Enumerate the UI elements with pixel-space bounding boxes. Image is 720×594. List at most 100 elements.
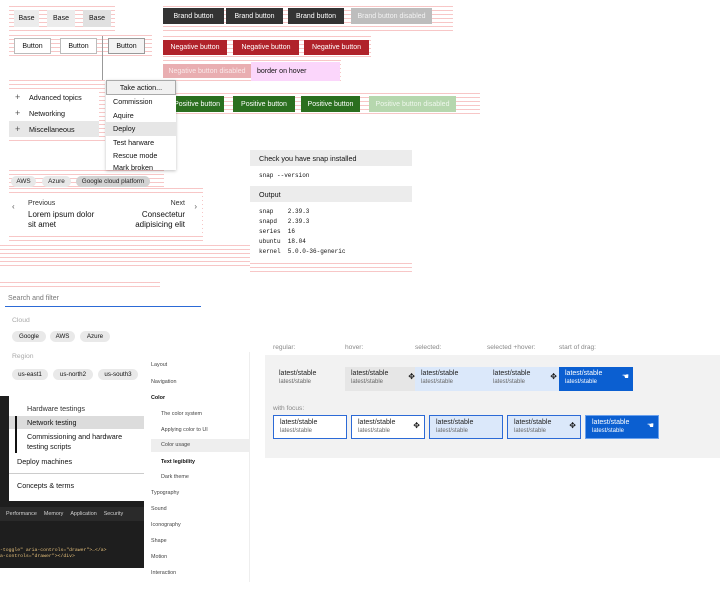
filter-azure[interactable]: Azure bbox=[80, 331, 110, 342]
menu-item-rescue-mode[interactable]: Rescue mode bbox=[106, 149, 176, 163]
tab-card-regular[interactable]: latest/stable latest/stable bbox=[273, 367, 347, 391]
code-line: a-controls="drawer"></div> bbox=[0, 554, 75, 559]
negative-button-disabled: Negative button disabled bbox=[163, 64, 251, 78]
menu-item-mark-broken[interactable]: Mark broken bbox=[106, 163, 176, 170]
menu-item-commission[interactable]: Commission bbox=[106, 95, 176, 109]
outline-button-2[interactable]: Button bbox=[60, 38, 97, 54]
drag-cursor-icon: ✥ bbox=[413, 421, 420, 430]
chip-gcp[interactable]: Google cloud platform bbox=[76, 176, 150, 187]
outline-button-1[interactable]: Button bbox=[14, 38, 51, 54]
side-nav-item-misc[interactable]: + Miscellaneous bbox=[9, 121, 99, 137]
state-label-hover: hover: bbox=[345, 344, 364, 351]
side-nav-item-advanced[interactable]: + Advanced topics bbox=[9, 89, 99, 105]
side-nav-label: Miscellaneous bbox=[29, 124, 75, 134]
positive-button-2[interactable]: Positive button bbox=[233, 96, 295, 112]
card-subtitle: latest/stable bbox=[351, 379, 384, 385]
negative-button-1[interactable]: Negative button bbox=[163, 40, 227, 55]
negative-button-2[interactable]: Negative button bbox=[233, 40, 299, 55]
topic-item-layout[interactable]: Layout bbox=[151, 362, 167, 368]
docs-nav-item[interactable]: Concepts & terms bbox=[9, 478, 144, 492]
topic-item-iconography[interactable]: Iconography bbox=[151, 522, 181, 528]
topic-item-color[interactable]: Color bbox=[151, 395, 165, 401]
hover-tooltip: border on hover bbox=[251, 62, 340, 81]
card-title: latest/stable bbox=[421, 370, 459, 377]
action-menu: Take action... Commission Aquire Deploy … bbox=[106, 80, 176, 170]
card-subtitle: latest/stable bbox=[279, 379, 312, 385]
topic-item-typography[interactable]: Typography bbox=[151, 490, 179, 496]
brand-button-1[interactable]: Brand button bbox=[163, 8, 224, 24]
side-nav-label: Advanced topics bbox=[29, 92, 82, 102]
group-label-cloud: Cloud bbox=[12, 317, 30, 324]
docs-nav-item[interactable]: Commissioning and hardware testing scrip… bbox=[9, 431, 144, 453]
topic-item-applying-color[interactable]: Applying color to UI bbox=[161, 427, 208, 433]
topic-item-navigation[interactable]: Navigation bbox=[151, 379, 176, 385]
state-label-selected: selected: bbox=[415, 344, 442, 351]
devtools-tab-security[interactable]: Security bbox=[104, 511, 123, 517]
search-input[interactable]: Search and filter bbox=[5, 290, 201, 307]
brand-button-2[interactable]: Brand button bbox=[226, 8, 283, 24]
outline-button-3[interactable]: Button bbox=[108, 38, 145, 54]
card-title: latest/stable bbox=[565, 370, 603, 377]
tab-card-focus-drag[interactable]: latest/stable latest/stable ☚ bbox=[585, 415, 659, 439]
base-button-2[interactable]: Base bbox=[47, 10, 75, 27]
positive-button-3[interactable]: Positive button bbox=[301, 96, 360, 112]
devtools-tab-performance[interactable]: Performance bbox=[6, 511, 37, 517]
docs-nav-label: Network testing bbox=[27, 418, 77, 427]
topic-item-interaction[interactable]: Interaction bbox=[151, 570, 176, 576]
docs-nav-label: Concepts & terms bbox=[17, 480, 75, 490]
tab-card-focus-selected[interactable]: latest/stable latest/stable bbox=[429, 415, 503, 439]
topic-item-shape[interactable]: Shape bbox=[151, 538, 167, 544]
base-button-3[interactable]: Base bbox=[83, 10, 111, 27]
card-subtitle: latest/stable bbox=[436, 428, 469, 434]
menu-item-test-hardware[interactable]: Test harware bbox=[106, 136, 176, 150]
negative-button-3[interactable]: Negative button bbox=[304, 40, 369, 55]
tab-card-selected-hover[interactable]: latest/stable latest/stable ✥ bbox=[487, 367, 561, 391]
docs-nav-item-active[interactable]: Network testing bbox=[9, 416, 144, 429]
menu-item-aquire[interactable]: Aquire bbox=[106, 109, 176, 123]
snap-header: Check you have snap installed bbox=[250, 150, 412, 166]
prev-title: Lorem ipsum dolor sit amet bbox=[28, 210, 95, 229]
filter-aws[interactable]: AWS bbox=[50, 331, 75, 342]
filter-us-north2[interactable]: us-north2 bbox=[53, 369, 93, 380]
group-label-region: Region bbox=[12, 353, 34, 360]
tab-card-selected[interactable]: latest/stable latest/stable bbox=[415, 367, 489, 391]
drag-cursor-icon: ✥ bbox=[569, 421, 576, 430]
chip-azure[interactable]: Azure bbox=[42, 176, 71, 187]
tab-card-focus-hover[interactable]: latest/stable latest/stable ✥ bbox=[351, 415, 425, 439]
topic-item-dark-theme[interactable]: Dark theme bbox=[161, 474, 189, 480]
tab-card-focus-selected-hover[interactable]: latest/stable latest/stable ✥ bbox=[507, 415, 581, 439]
next-title: Consectetur adipisicing elit bbox=[135, 210, 185, 229]
topic-item-text-legibility[interactable]: Text legibility bbox=[161, 459, 195, 465]
tab-card-focus-regular[interactable]: latest/stable latest/stable bbox=[273, 415, 347, 439]
filter-google[interactable]: Google bbox=[12, 331, 46, 342]
chip-aws[interactable]: AWS bbox=[11, 176, 36, 187]
brand-button-3[interactable]: Brand button bbox=[288, 8, 344, 24]
topic-item-sound[interactable]: Sound bbox=[151, 506, 167, 512]
docs-nav-item[interactable]: Deploy machines bbox=[9, 455, 144, 468]
menu-item-deploy[interactable]: Deploy bbox=[106, 122, 176, 136]
topic-item-color-usage[interactable]: Color usage bbox=[151, 439, 249, 452]
docs-nav-item[interactable]: Hardware testings bbox=[9, 402, 144, 415]
tab-card-hover[interactable]: latest/stable latest/stable ✥ bbox=[345, 367, 419, 391]
filter-us-south3[interactable]: us-south3 bbox=[98, 369, 138, 380]
filter-us-east1[interactable]: us-east1 bbox=[12, 369, 48, 380]
grab-cursor-icon: ☚ bbox=[646, 421, 654, 430]
topic-item-motion[interactable]: Motion bbox=[151, 554, 167, 560]
base-button-1[interactable]: Base bbox=[14, 10, 39, 27]
card-subtitle: latest/stable bbox=[358, 428, 391, 434]
side-nav-item-networking[interactable]: + Networking bbox=[9, 105, 99, 121]
snap-command[interactable]: snap --version bbox=[250, 171, 412, 181]
take-action-toggle[interactable]: Take action... bbox=[106, 80, 176, 95]
docs-nav-label: Commissioning and hardware testing scrip… bbox=[27, 432, 123, 451]
devtools-tab-application[interactable]: Application bbox=[70, 511, 96, 517]
plus-icon: + bbox=[15, 108, 21, 118]
devtools-tab-memory[interactable]: Memory bbox=[44, 511, 63, 517]
card-title: latest/stable bbox=[436, 419, 474, 426]
topic-item-color-system[interactable]: The color system bbox=[161, 411, 202, 417]
tab-card-drag[interactable]: latest/stable latest/stable ☚ bbox=[559, 367, 633, 391]
snap-output-header: Output bbox=[250, 186, 412, 202]
docs-nav-label: Deploy machines bbox=[17, 457, 73, 466]
positive-button-1[interactable]: Positive button bbox=[176, 96, 224, 112]
side-nav-label: Networking bbox=[29, 108, 65, 118]
brand-button-disabled: Brand button disabled bbox=[351, 8, 432, 24]
